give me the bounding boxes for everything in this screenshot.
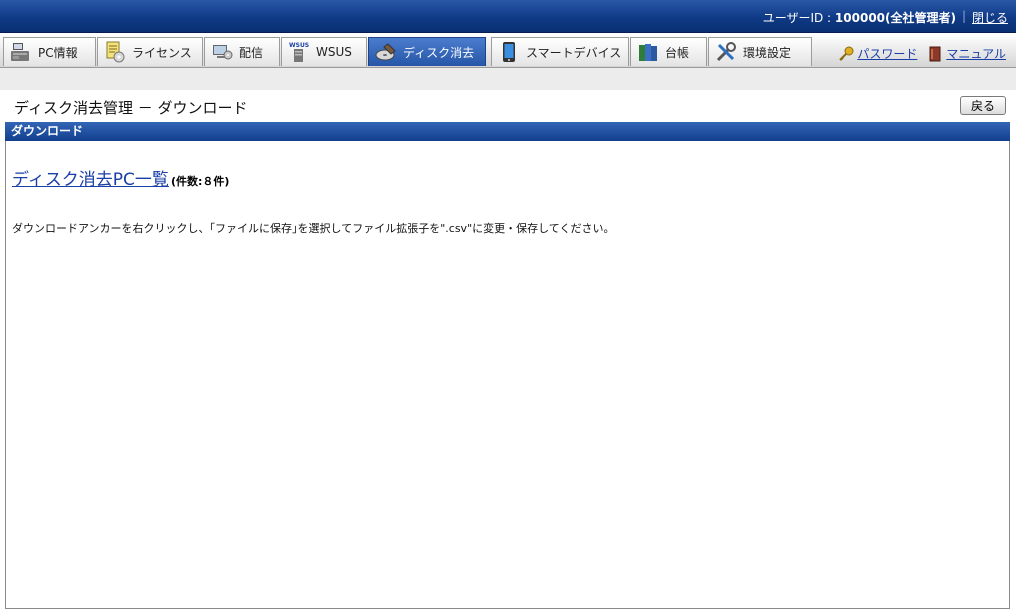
key-icon xyxy=(838,46,854,62)
top-header: ユーザーID : 100000(全社管理者) | 閉じる xyxy=(0,0,1016,33)
disk-erase-pc-list-link[interactable]: ディスク消去PC一覧 xyxy=(12,170,169,190)
record-count: (件数:８件) xyxy=(170,175,230,188)
user-id-label: ユーザーID : xyxy=(762,11,835,25)
license-icon xyxy=(104,41,126,63)
password-link[interactable]: パスワード xyxy=(838,45,917,62)
tab-label: PC情報 xyxy=(38,45,78,60)
tab-smart-device[interactable]: スマートデバイス xyxy=(491,37,629,66)
tab-label: 配信 xyxy=(239,45,264,60)
tools-icon xyxy=(715,41,737,63)
tab-label: ライセンス xyxy=(132,45,192,60)
tab-label: 台帳 xyxy=(665,45,690,60)
svg-text:WSUS: WSUS xyxy=(289,42,309,49)
tab-license[interactable]: ライセンス xyxy=(97,37,203,66)
page-header: ディスク消去管理 － ダウンロード 戻る xyxy=(0,90,1016,122)
manual-book-icon xyxy=(927,46,943,62)
tab-pc-info[interactable]: PC情報 xyxy=(3,37,96,66)
password-link-label: パスワード xyxy=(857,47,918,61)
tab-label: ディスク消去 xyxy=(403,45,475,60)
user-info: ユーザーID : 100000(全社管理者) xyxy=(763,9,956,26)
tab-settings[interactable]: 環境設定 xyxy=(708,37,812,66)
page-title: ディスク消去管理 － ダウンロード xyxy=(14,99,248,117)
smart-device-icon xyxy=(498,41,520,63)
close-link[interactable]: 閉じる xyxy=(972,9,1008,26)
spacer-band xyxy=(0,68,1016,90)
back-button[interactable]: 戻る xyxy=(960,96,1006,115)
ledger-icon xyxy=(637,41,659,63)
wsus-server-icon: WSUS xyxy=(288,41,310,63)
tab-wsus[interactable]: WSUS WSUS xyxy=(281,37,367,66)
disk-erase-icon xyxy=(375,41,397,63)
download-row: ディスク消去PC一覧 (件数:８件) xyxy=(12,165,229,190)
pc-info-icon xyxy=(10,41,32,63)
distribution-icon xyxy=(211,41,233,63)
tab-disk-erase[interactable]: ディスク消去 xyxy=(368,37,486,66)
download-instructions: ダウンロードアンカーを右クリックし、｢ファイルに保存｣を選択してファイル拡張子を… xyxy=(12,222,615,235)
manual-link-label: マニュアル xyxy=(946,47,1006,61)
manual-link[interactable]: マニュアル xyxy=(927,45,1006,62)
download-panel: ディスク消去PC一覧 (件数:８件) ダウンロードアンカーを右クリックし、｢ファイ… xyxy=(5,141,1010,609)
section-header: ダウンロード xyxy=(5,122,1010,141)
header-separator: | xyxy=(961,9,966,23)
utility-links: パスワード マニュアル xyxy=(838,45,1006,62)
user-id-value: 100000(全社管理者) xyxy=(834,11,956,25)
tab-label: スマートデバイス xyxy=(526,45,622,60)
tab-distribution[interactable]: 配信 xyxy=(204,37,280,66)
tab-label: 環境設定 xyxy=(743,45,792,60)
tab-label: WSUS xyxy=(316,45,352,59)
tab-ledger[interactable]: 台帳 xyxy=(630,37,707,66)
main-tab-bar: PC情報 ライセンス 配信 WSUS WSUS ディスク消去 スマートデバイス xyxy=(0,34,1016,68)
